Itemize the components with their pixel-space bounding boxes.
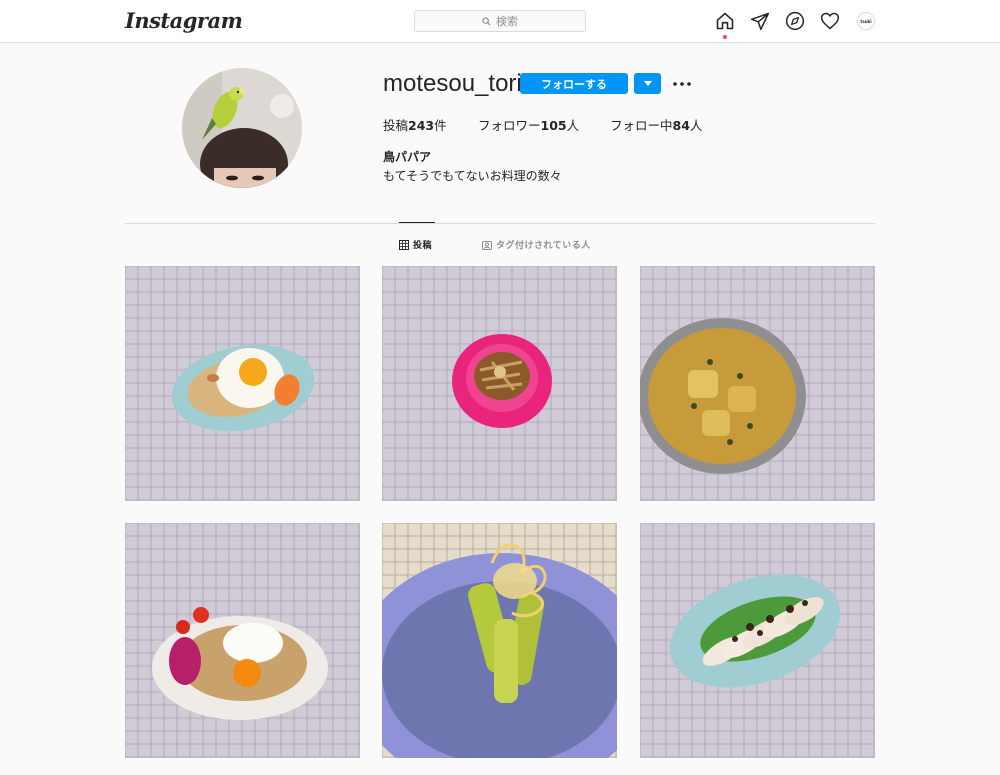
search-placeholder: 検索: [496, 15, 518, 28]
stat-followers-unit: 人: [566, 118, 580, 133]
search-input[interactable]: 検索: [414, 10, 586, 32]
tab-posts-label: 投稿: [413, 241, 433, 251]
stat-following-label: フォロー中: [610, 118, 673, 133]
suggested-dropdown-button[interactable]: [634, 73, 661, 94]
post-thumbnail-2[interactable]: [382, 266, 617, 501]
activity-heart-icon[interactable]: [820, 11, 840, 31]
tab-posts[interactable]: 投稿: [399, 238, 432, 251]
search-icon: [482, 16, 491, 26]
caret-down-icon: [643, 80, 652, 86]
tagged-icon: [482, 240, 492, 250]
curry-bowl-photo: [640, 266, 875, 501]
direct-icon[interactable]: [750, 11, 770, 31]
profile-username: motesou_tori: [383, 70, 522, 97]
profile-full-name: 鳥パパア: [383, 150, 432, 164]
stat-following[interactable]: フォロー中84人: [610, 115, 702, 134]
post-thumbnail-1[interactable]: [125, 266, 360, 501]
crispy-vegetable-blue-plate-photo: [382, 523, 617, 758]
stat-followers[interactable]: フォロワー105人: [478, 115, 579, 134]
post-thumbnail-5[interactable]: [382, 523, 617, 758]
grid-icon: [399, 239, 409, 250]
more-dots-icon: [673, 82, 691, 86]
stat-followers-label: フォロワー: [478, 118, 541, 133]
profile-avatar-nav[interactable]: tsuki: [857, 12, 875, 30]
stat-posts-label: 投稿: [383, 118, 409, 133]
more-options-button[interactable]: [672, 74, 692, 94]
profile-avatar[interactable]: [182, 68, 302, 188]
home-icon[interactable]: [715, 11, 735, 31]
profile-bio: もてそうでもてないお料理の数々: [383, 169, 562, 183]
follow-button[interactable]: フォローする: [520, 73, 628, 94]
stat-posts: 投稿243件: [383, 115, 447, 134]
stat-posts-unit: 件: [434, 118, 447, 133]
tab-tagged-label: タグ付けされている人: [496, 241, 591, 251]
stat-following-unit: 人: [689, 118, 703, 133]
burdock-pink-plate-photo: [382, 266, 617, 501]
post-thumbnail-6[interactable]: [640, 523, 875, 758]
stat-posts-value: 243: [408, 118, 435, 133]
fried-egg-rice-plate-photo: [125, 266, 360, 501]
explore-icon[interactable]: [785, 11, 805, 31]
profile-avatar-text: tsuki: [860, 18, 872, 24]
soboro-rice-egg-plate-photo: [125, 523, 360, 758]
sliced-chicken-plate-photo: [640, 523, 875, 758]
instagram-logo[interactable]: Instagram: [125, 8, 243, 33]
stat-following-value: 84: [672, 118, 690, 133]
post-thumbnail-3[interactable]: [640, 266, 875, 501]
tabs-divider: [125, 223, 875, 224]
notification-dot: [723, 35, 727, 39]
tab-tagged[interactable]: タグ付けされている人: [482, 238, 591, 251]
tab-active-indicator: [399, 222, 435, 223]
post-thumbnail-4[interactable]: [125, 523, 360, 758]
stat-followers-value: 105: [540, 118, 567, 133]
top-navigation-bar: Instagram 検索 tsuki: [0, 0, 1000, 43]
